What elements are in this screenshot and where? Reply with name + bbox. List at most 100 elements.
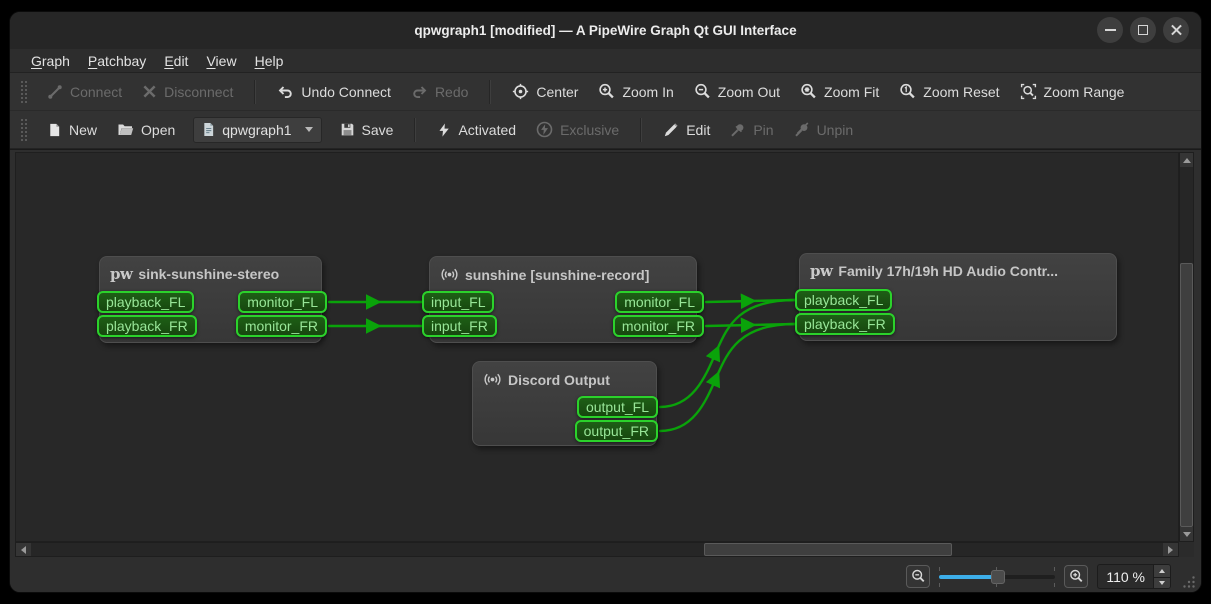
port-sunshine-input-fl[interactable]: input_FL (422, 291, 494, 313)
new-button[interactable]: New (39, 117, 105, 143)
statusbar-zoom-out-button[interactable] (906, 565, 930, 588)
vertical-scrollbar-thumb[interactable] (1180, 263, 1193, 527)
zoom-slider-handle[interactable] (991, 570, 1005, 584)
zoom-slider-fill (939, 575, 997, 579)
menu-view[interactable]: View (197, 51, 245, 71)
minimize-button[interactable] (1097, 17, 1123, 43)
port-family-playback-fl[interactable]: playback_FL (795, 289, 892, 311)
menu-edit[interactable]: Edit (155, 51, 197, 71)
zoom-out-button[interactable]: Zoom Out (686, 78, 788, 105)
maximize-icon (1138, 25, 1148, 35)
scroll-down-button[interactable] (1180, 527, 1193, 541)
zoom-value[interactable]: 110 % (1098, 569, 1153, 585)
stream-icon (440, 266, 459, 283)
scroll-right-button[interactable] (1163, 543, 1178, 556)
zoom-out-icon (911, 569, 926, 584)
activated-icon (437, 122, 451, 138)
separator (640, 118, 642, 142)
horizontal-scrollbar[interactable] (15, 542, 1179, 557)
edit-pencil-icon (663, 122, 679, 138)
zoom-step-up-button[interactable] (1154, 565, 1170, 577)
port-sunshine-monitor-fl[interactable]: monitor_FL (615, 291, 704, 313)
titlebar[interactable]: qpwgraph1 [modified] — A PipeWire Graph … (10, 12, 1201, 49)
menu-help[interactable]: Help (246, 51, 293, 71)
center-icon (512, 83, 529, 100)
patchbay-toolbar: New Open qpwgraph1 Save Activated Exclus… (10, 111, 1201, 149)
exclusive-toggle[interactable]: Exclusive (528, 116, 627, 143)
menu-patchbay[interactable]: Patchbay (79, 51, 155, 71)
redo-icon (411, 84, 428, 100)
pin-icon (730, 122, 746, 138)
port-sink-monitor-fl[interactable]: monitor_FL (238, 291, 327, 313)
zoom-in-button[interactable]: Zoom In (590, 78, 681, 105)
resize-grip[interactable] (1182, 575, 1196, 589)
toolbar-drag-handle[interactable] (20, 118, 27, 142)
minimize-icon (1105, 29, 1116, 31)
patchbay-selector-value: qpwgraph1 (222, 122, 291, 138)
node-title: Discord Output (508, 372, 610, 388)
zoom-reset-button[interactable]: Zoom Reset (891, 78, 1007, 105)
arrow-down-icon (1183, 532, 1191, 537)
exclusive-icon (536, 121, 553, 138)
menu-graph[interactable]: Graph (22, 51, 79, 71)
port-sink-monitor-fr[interactable]: monitor_FR (236, 315, 327, 337)
center-button[interactable]: Center (504, 78, 586, 105)
pin-button[interactable]: Pin (722, 117, 781, 143)
patchbay-selector-dropdown[interactable]: qpwgraph1 (193, 117, 321, 143)
activated-toggle[interactable]: Activated (429, 117, 524, 143)
undo-icon (277, 84, 294, 100)
zoom-range-button[interactable]: Zoom Range (1012, 78, 1133, 105)
graph-canvas[interactable]: pw sink-sunshine-stereo sunshine [sunshi… (15, 152, 1179, 542)
port-sink-playback-fl[interactable]: playback_FL (97, 291, 194, 313)
port-family-playback-fr[interactable]: playback_FR (795, 313, 895, 335)
connection-wires[interactable] (16, 153, 1179, 542)
scroll-left-button[interactable] (16, 543, 31, 556)
redo-button[interactable]: Redo (403, 79, 476, 105)
zoom-slider[interactable] (939, 565, 1055, 589)
horizontal-scrollbar-thumb[interactable] (704, 543, 952, 556)
unpin-icon (794, 122, 810, 138)
port-discord-output-fr[interactable]: output_FR (575, 420, 658, 442)
new-file-icon (47, 122, 62, 138)
edit-button[interactable]: Edit (655, 117, 718, 143)
port-discord-output-fl[interactable]: output_FL (577, 396, 658, 418)
zoom-step-down-button[interactable] (1154, 577, 1170, 589)
chevron-down-icon (305, 127, 313, 132)
zoom-fit-button[interactable]: Zoom Fit (792, 78, 887, 105)
vertical-scrollbar[interactable] (1179, 152, 1194, 542)
patchbay-file-icon (202, 122, 215, 137)
open-folder-icon (117, 122, 134, 137)
zoom-spinbox[interactable]: 110 % (1097, 564, 1171, 589)
open-button[interactable]: Open (109, 117, 183, 143)
close-button[interactable] (1163, 17, 1189, 43)
maximize-button[interactable] (1130, 17, 1156, 43)
unpin-button[interactable]: Unpin (786, 117, 862, 143)
separator (414, 118, 416, 142)
connect-icon (47, 84, 63, 100)
stream-icon (483, 371, 502, 388)
scroll-up-button[interactable] (1180, 153, 1193, 167)
port-sunshine-monitor-fr[interactable]: monitor_FR (613, 315, 704, 337)
save-button[interactable]: Save (332, 117, 402, 143)
zoom-range-icon (1020, 83, 1037, 100)
menubar: Graph Patchbay Edit View Help (10, 49, 1201, 73)
canvas-frame: pw sink-sunshine-stereo sunshine [sunshi… (10, 149, 1202, 559)
save-icon (340, 122, 355, 137)
connect-button[interactable]: Connect (39, 79, 130, 105)
port-sunshine-input-fr[interactable]: input_FR (422, 315, 497, 337)
statusbar-zoom-in-button[interactable] (1064, 565, 1088, 588)
toolbar-drag-handle[interactable] (20, 80, 27, 104)
undo-connect-button[interactable]: Undo Connect (269, 79, 399, 105)
graph-toolbar: Connect Disconnect Undo Connect Redo Cen… (10, 73, 1201, 111)
scrollbar-corner (1179, 542, 1194, 557)
separator (489, 80, 491, 104)
app-window: qpwgraph1 [modified] — A PipeWire Graph … (9, 11, 1202, 593)
zoom-in-icon (1069, 569, 1084, 584)
pipewire-logo-icon: pw (810, 264, 832, 279)
arrow-right-icon (1168, 546, 1173, 554)
arrow-left-icon (21, 546, 26, 554)
port-sink-playback-fr[interactable]: playback_FR (97, 315, 197, 337)
node-title: sink-sunshine-stereo (138, 266, 279, 282)
disconnect-button[interactable]: Disconnect (134, 79, 241, 105)
window-title: qpwgraph1 [modified] — A PipeWire Graph … (414, 23, 796, 38)
